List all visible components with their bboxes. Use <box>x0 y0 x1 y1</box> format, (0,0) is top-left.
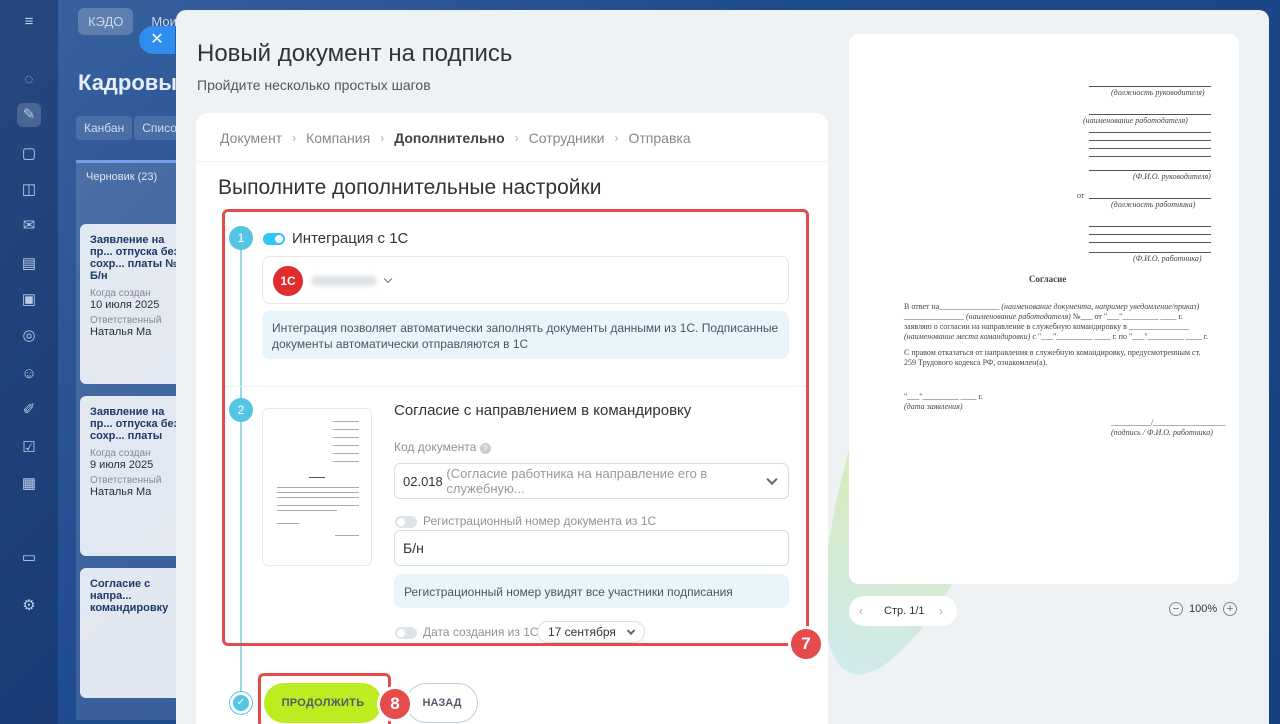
chevron-right-icon: › <box>292 131 297 145</box>
preview-label: (должность руководителя) <box>1111 88 1205 97</box>
card-created-label: Когда создан <box>90 448 151 459</box>
preview-heading: Согласие <box>1029 274 1067 284</box>
breadcrumb: Документ › Компания › Дополнительно › Сотру… <box>220 130 691 146</box>
card-created-label: Когда создан <box>90 288 151 299</box>
preview-text: В ответ на_______________ <box>904 302 1000 311</box>
preview-paragraph: С правом отказаться от направления в слу… <box>904 348 1201 367</box>
divider <box>196 161 828 162</box>
rail-icon-5[interactable]: ▤ <box>17 252 41 276</box>
rail-icon-1[interactable]: ◌ <box>17 68 41 92</box>
calendar-icon[interactable]: ▦ <box>17 472 41 496</box>
kanban-card[interactable]: Заявление на пр... отпуска без сохр... п… <box>80 396 190 556</box>
card-date: 10 июля 2025 <box>90 299 160 311</box>
preview-label: (Ф.И.О. работника) <box>1133 254 1202 263</box>
new-document-panel: Новый документ на подпись Пройдите неско… <box>176 10 1269 724</box>
preview-date-note: (дата заявления) <box>904 402 963 411</box>
kanban-card[interactable]: Заявление на пр... отпуска без сохр... п… <box>80 224 190 384</box>
zoom-value: 100% <box>1189 603 1218 615</box>
pager: ‹ Стр. 1/1 › <box>849 596 957 626</box>
chevron-right-icon: › <box>614 131 619 145</box>
preview-line <box>1089 198 1211 199</box>
check-icon: ✓ <box>230 692 252 714</box>
bg-page-title: Кадровые <box>78 70 190 95</box>
zoom-control: − 100% + <box>1169 602 1238 616</box>
card-date: 9 июля 2025 <box>90 459 154 471</box>
chevron-left-icon[interactable]: ‹ <box>859 604 863 618</box>
preview-line <box>1089 148 1211 149</box>
back-button[interactable]: НАЗАД <box>406 683 478 723</box>
preview-line <box>1089 86 1211 87</box>
close-icon[interactable]: ✕ <box>139 26 175 54</box>
bg-tab-kedo[interactable]: КЭДО <box>78 8 134 35</box>
preview-sign-line: __________/__________________ <box>1111 418 1226 427</box>
panel-subtitle: Пройдите несколько простых шагов <box>197 77 431 93</box>
preview-text: с "___"_________ ____ г. по "___"_______… <box>1032 332 1208 341</box>
preview-label: (Ф.И.О. руководителя) <box>1133 172 1211 181</box>
document-preview: (должность руководителя) (наименование р… <box>849 34 1239 584</box>
card-resp-label: Ответственный <box>90 315 162 326</box>
chevron-right-icon: › <box>514 131 519 145</box>
preview-note: (наименование работодателя) <box>966 312 1071 321</box>
settings-icon[interactable]: ⚙ <box>17 594 41 618</box>
highlight-frame <box>222 209 809 646</box>
card-title: Заявление на пр... отпуска без сохр... п… <box>90 406 180 442</box>
rail-icon-chat[interactable]: ▢ <box>17 142 41 166</box>
rail-icon-7[interactable]: ◎ <box>17 324 41 348</box>
rail-icon-3[interactable]: ◫ <box>17 178 41 202</box>
preview-line <box>1089 132 1211 133</box>
breadcrumb-send[interactable]: Отправка <box>629 130 691 146</box>
section-title: Выполните дополнительные настройки <box>218 176 602 199</box>
preview-line <box>1089 156 1211 157</box>
chevron-right-icon: › <box>380 131 385 145</box>
breadcrumb-additional[interactable]: Дополнительно <box>394 130 504 146</box>
preview-text: №___ от "___"_________ ____ г. <box>1072 312 1183 321</box>
preview-line <box>1089 252 1211 253</box>
preview-line <box>1089 242 1211 243</box>
preview-line <box>1089 170 1211 171</box>
preview-date-line: "___"_________ ____ г. <box>904 392 983 401</box>
card-title: Согласие с напра... командировку <box>90 578 169 614</box>
rail-icon-9[interactable]: ✐ <box>17 398 41 422</box>
breadcrumb-document[interactable]: Документ <box>220 130 282 146</box>
kanban-card[interactable]: Согласие с напра... командировку <box>80 568 190 698</box>
chevron-right-icon[interactable]: › <box>939 604 943 618</box>
page-label: Стр. 1/1 <box>884 605 925 617</box>
menu-icon[interactable]: ≡ <box>17 10 41 34</box>
annotation-badge: 8 <box>377 686 413 722</box>
card-resp-label: Ответственный <box>90 475 162 486</box>
preview-text: заявляю о согласии на направление в служ… <box>904 322 1189 331</box>
rail-icon-docs[interactable]: ✎ <box>17 103 41 127</box>
rail-icon-8[interactable]: ☺ <box>17 362 41 386</box>
preview-line <box>1089 226 1211 227</box>
panel-title: Новый документ на подпись <box>197 40 513 67</box>
column-count: (23) <box>137 171 158 183</box>
annotation-badge: 7 <box>788 626 824 662</box>
rail-icon-6[interactable]: ▣ <box>17 288 41 312</box>
card-person: Наталья Ма <box>90 486 152 498</box>
breadcrumb-employees[interactable]: Сотрудники <box>529 130 605 146</box>
preview-sign-note: (подпись / Ф.И.О. работника) <box>1111 428 1213 437</box>
preview-label: (должность работника) <box>1111 200 1196 209</box>
left-rail: ≡ ◌ ✎ ▢ ◫ ✉ ▤ ▣ ◎ ☺ ✐ ☑ ▦ ▭ ⚙ <box>0 0 58 724</box>
preview-note: (наименование документа, например уведом… <box>1001 302 1200 311</box>
rail-icon-10[interactable]: ☑ <box>17 436 41 460</box>
zoom-out-icon[interactable]: − <box>1169 602 1183 616</box>
card-person: Наталья Ма <box>90 326 152 338</box>
preview-note: (наименование места командировки) <box>904 332 1031 341</box>
preview-paragraph: В ответ на_______________ (наименование … <box>904 302 1208 341</box>
breadcrumb-company[interactable]: Компания <box>306 130 370 146</box>
column-label: Черновик <box>86 171 135 183</box>
card-title: Заявление на пр... отпуска без сохр... п… <box>90 234 180 282</box>
zoom-in-icon[interactable]: + <box>1223 602 1238 616</box>
highlight-frame <box>258 673 391 724</box>
rail-icon-12[interactable]: ▭ <box>17 546 41 570</box>
mail-icon[interactable]: ✉ <box>17 214 41 238</box>
preview-line <box>1089 140 1211 141</box>
preview-from: от <box>1077 191 1085 200</box>
preview-line <box>1089 114 1211 115</box>
bg-view-tabs: Канбан Списо <box>76 116 185 140</box>
preview-label: (наименование работодателя) <box>1083 116 1188 125</box>
bg-tab-kanban[interactable]: Канбан <box>76 116 133 140</box>
preview-line <box>1089 234 1211 235</box>
